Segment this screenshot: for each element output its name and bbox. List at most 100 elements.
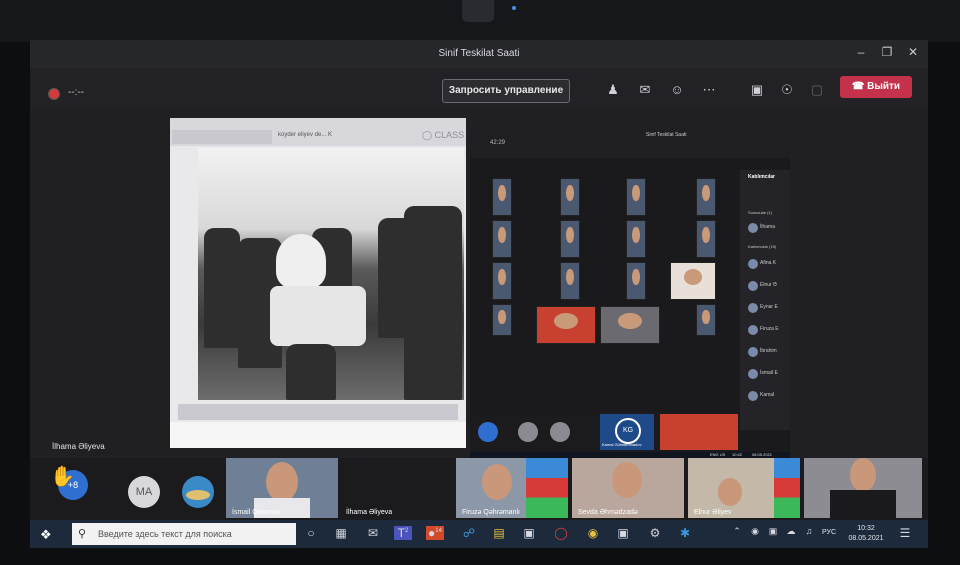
nested-avatar [550,422,570,442]
minimize-icon[interactable]: – [852,45,870,59]
participant-tile [560,178,580,216]
nested-video-tile [660,414,738,450]
video-tile[interactable]: Firuzə Qəhrəmanlı [456,458,568,518]
presenter-name: İlhama Əliyeva [52,442,105,451]
shared-menu-row [172,130,272,144]
bluetooth-icon[interactable]: ✱ [676,526,694,540]
reactions-icon[interactable]: ☺ [668,82,686,97]
nested-meeting-window: Sinif Teskilat Saati 42:29 Katılımcılar … [470,130,790,460]
participant-tile [696,220,716,258]
shared-viewer-bar [178,404,458,420]
tray-chevron-icon[interactable]: ⌃ [728,526,746,537]
avatar[interactable] [182,476,214,508]
nested-speaker-tile: KG Kamal Gülmammadov [600,414,654,450]
window-title: Sinif Teskilat Saati [438,48,520,59]
speaker-name: Kamal Gülmammadov [602,442,642,447]
webcam-light-icon [512,6,516,10]
close-icon[interactable]: ✕ [904,45,922,59]
phone-icon: ☎ [851,81,868,92]
raised-hands-badge[interactable]: ✋ +8 [50,466,88,500]
nested-title: Sinif Teskilat Saati [646,132,687,138]
nested-toolbar: Sinif Teskilat Saati 42:29 [470,130,790,158]
wifi-icon[interactable]: ☁ [782,526,800,537]
edge-icon[interactable]: ☍ [460,526,478,540]
webcam-icon [462,0,494,22]
nested-timer: 42:29 [490,140,506,146]
video-tile-name: Sevda Əhmədzadə [578,509,638,516]
participant-tile [600,306,660,344]
language-indicator[interactable]: РУС [822,529,836,536]
video-tile[interactable]: İlhama Əliyeva [340,458,452,518]
zoom-icon[interactable]: ▣ [614,526,632,540]
class-logo: ◯ CLASS [422,130,465,140]
nested-hand-avatar [478,422,498,442]
nested-tray-lang: ENG US [710,452,726,457]
settings-icon[interactable]: ⚙ [646,526,664,540]
microphone-icon[interactable]: ☉ [778,82,796,98]
photo-girl-scarf [276,234,326,288]
search-placeholder: Введите здесь текст для поиска [98,529,232,539]
participant-tile [626,262,646,300]
photo-girl-shirt [270,286,366,346]
file-explorer-icon[interactable]: ▤ [490,526,508,540]
panel-entry: İsmail E [748,368,790,380]
cortana-icon[interactable]: ○ [302,526,320,540]
clock-date[interactable]: 08.05.2021 [844,535,888,542]
photo-figure [404,206,462,400]
search-icon: ⚲ [78,528,87,540]
record-icon [48,88,60,100]
participant-tile [492,220,512,258]
tray-icon[interactable]: ◉ [746,526,764,537]
panel-entry: İlhama [748,222,790,234]
mail-icon[interactable]: ✉ [364,526,382,540]
app-icon[interactable]: ●14 [426,526,444,540]
maximize-icon[interactable]: ❐ [878,45,896,59]
panel-entry: Eynar E [748,302,790,314]
teams-badge: 2 [405,528,409,534]
participants-icon[interactable]: ♟ [604,82,622,98]
windows-taskbar: ❖ ⚲ Введите здесь текст для поиска ○ ▦ ✉… [30,520,928,548]
video-tile[interactable]: Elnur Əliyev [688,458,800,518]
teams-icon[interactable]: T2 [394,526,412,540]
panel-entry: Firuza E [748,324,790,336]
share-icon[interactable]: ▢ [808,82,826,98]
opera-icon[interactable]: ◯ [552,526,570,540]
video-tile-name: Elnur Əliyev [694,509,732,516]
leave-label: Выйти [867,81,901,92]
nested-avatar [518,422,538,442]
video-tile-name: İlhama Əliyeva [346,509,393,516]
video-tile[interactable]: İsmail Qasımov [226,458,338,518]
historical-photo [198,148,464,400]
clock-time[interactable]: 10:32 [848,525,884,532]
panel-entry: Afina K [748,258,790,270]
camera-icon[interactable]: ▣ [748,82,766,98]
video-tile[interactable] [804,458,922,518]
volume-icon[interactable]: ♫ [800,526,818,536]
tray-icon[interactable]: ▣ [764,526,782,537]
raised-hand-icon: ✋ [50,466,75,488]
screen: Sinif Teskilat Saati – ❐ ✕ --:-- Запроси… [30,40,928,548]
task-view-icon[interactable]: ▦ [332,526,350,540]
logo-circle-icon: ◯ [422,130,435,140]
store-icon[interactable]: ▣ [520,526,538,540]
participant-tile [626,178,646,216]
request-control-button[interactable]: Запросить управление [442,79,570,103]
chrome-icon[interactable]: ◉ [584,526,602,540]
photo-figure [204,228,240,348]
avatar[interactable]: MA [128,476,160,508]
video-tile-name: Firuzə Qəhrəmanlı [462,509,520,516]
taskbar-search-input[interactable]: ⚲ Введите здесь текст для поиска [72,523,296,545]
photo-girl-skirt [286,344,336,400]
nested-tray-date: 08.05.2021 [752,452,773,457]
notifications-icon[interactable]: ☰ [896,526,914,540]
participant-tile [536,306,596,344]
leave-button[interactable]: ☎ Выйти [840,76,912,98]
panel-entry: Elnur Ə [748,280,790,292]
video-tile[interactable]: Sevda Əhmədzadə [572,458,684,518]
panel-entry: Kamal [748,390,790,402]
more-icon[interactable]: ⋯ [700,82,718,98]
windows-start-icon[interactable]: ❖ [40,527,52,543]
panel-entry: İbrahim [748,346,790,358]
chat-icon[interactable]: ✉ [636,82,654,98]
main-stage: koyder eliyev de... K ◯ CLASS Sinif Tesk… [30,108,928,460]
